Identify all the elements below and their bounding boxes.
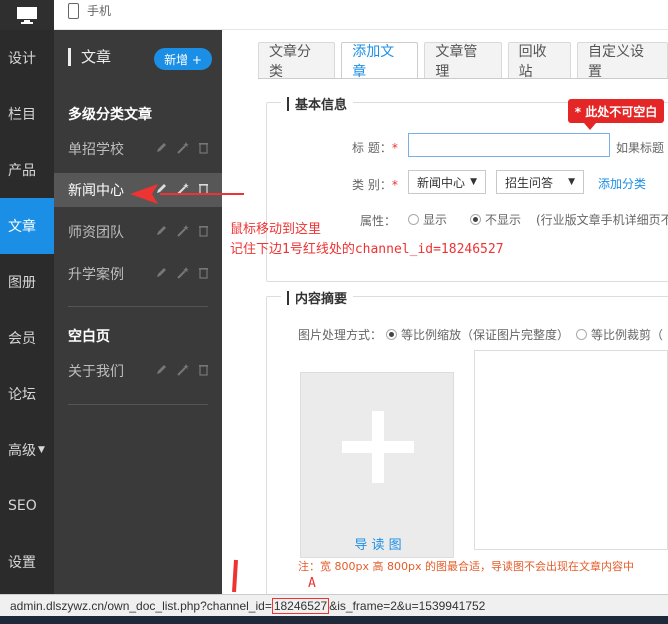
browser-status-bar: admin.dlszywz.cn/own_doc_list.php?channe… (0, 594, 668, 616)
os-taskbar (0, 616, 668, 624)
annotation-line2: 记住下边1号红线处的channel_id=18246527 (230, 242, 504, 257)
url-suffix: &is_frame=2&u=1539941752 (329, 598, 486, 613)
channel-id-highlight: 18246527 (271, 597, 330, 614)
url-prefix: admin.dlszywz.cn/own_doc_list.php?channe… (10, 598, 272, 613)
arrow-left-icon (130, 184, 158, 204)
annotation-marker-vertical (232, 559, 238, 593)
annotation-line1: 鼠标移动到这里 (230, 222, 322, 237)
annotation-overlay (130, 184, 344, 616)
annotation-marker-a: A (308, 576, 316, 591)
